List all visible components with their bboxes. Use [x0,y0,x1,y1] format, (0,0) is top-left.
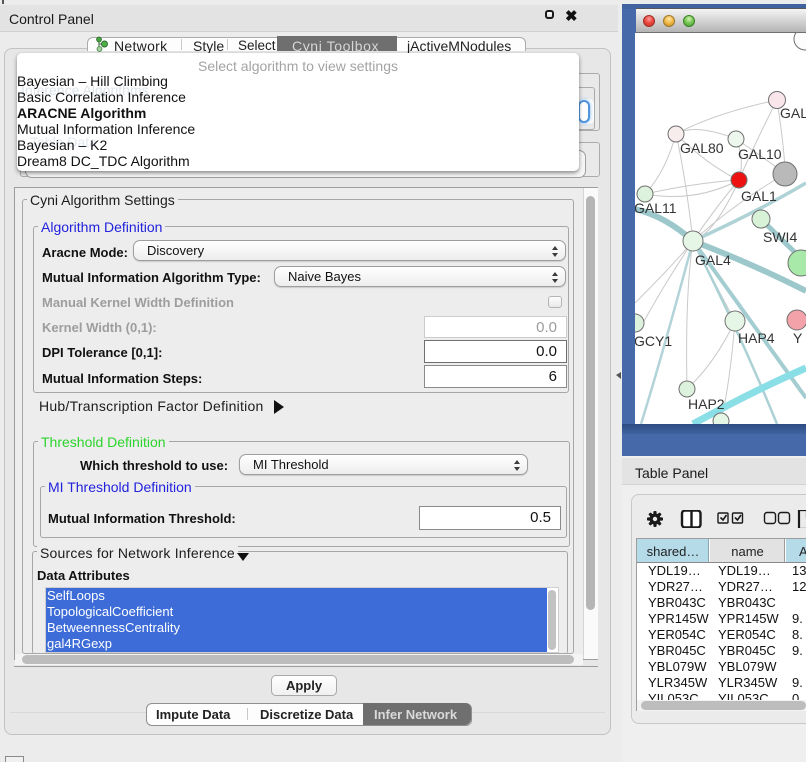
svg-text:GCY1: GCY1 [635,333,672,349]
svg-text:GAL11: GAL11 [635,200,677,216]
svg-text:HAP2: HAP2 [688,396,725,412]
svg-text:GAL10: GAL10 [738,146,782,162]
svg-text:GAL80: GAL80 [680,140,724,156]
svg-text:GAL1: GAL1 [741,188,777,204]
svg-text:GAL4: GAL4 [695,252,731,268]
svg-text:SWI4: SWI4 [763,229,797,245]
svg-text:Y: Y [793,330,803,346]
svg-text:HAP4: HAP4 [738,330,775,346]
svg-text:GAL: GAL [780,105,806,121]
